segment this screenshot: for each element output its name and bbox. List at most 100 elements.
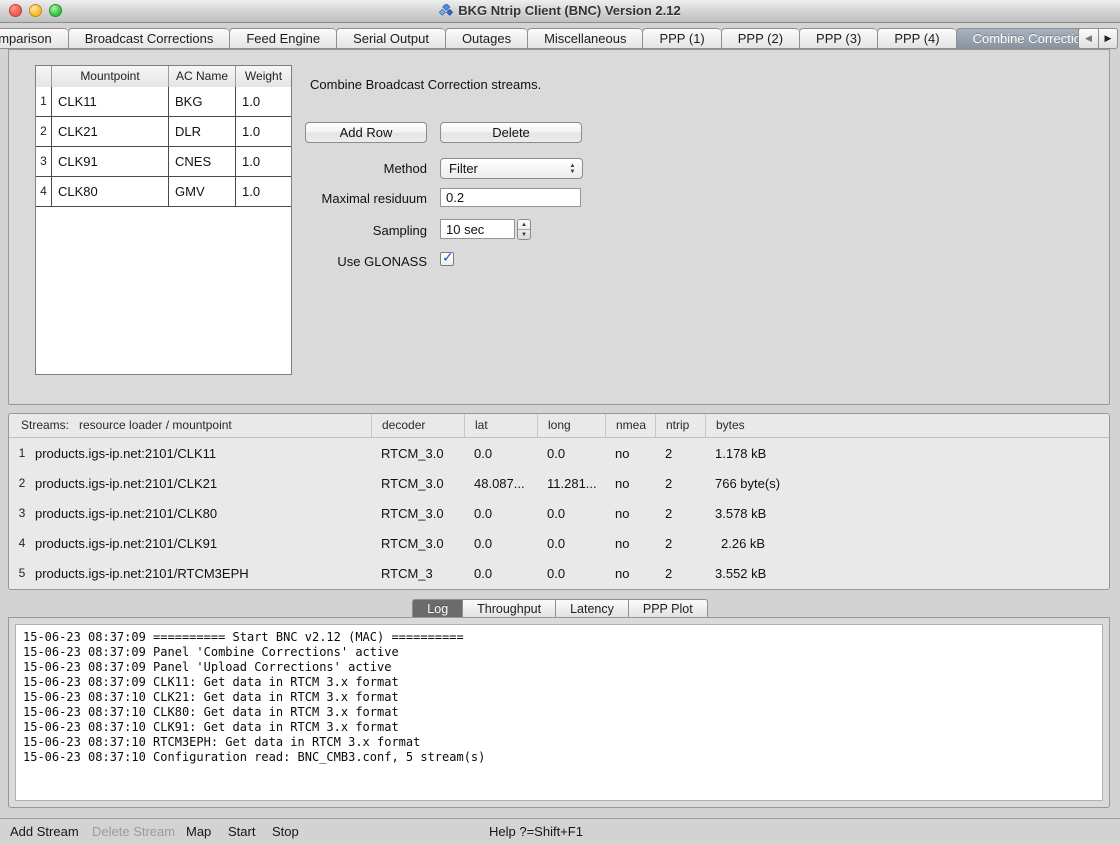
- cell-ac-name[interactable]: CNES: [169, 147, 236, 177]
- stream-nmea: no: [605, 506, 655, 521]
- row-number: 1: [36, 87, 52, 117]
- stream-nmea: no: [605, 536, 655, 551]
- start-button[interactable]: Start: [228, 819, 255, 844]
- sampling-input[interactable]: [440, 219, 515, 239]
- title-bar: BKG Ntrip Client (BNC) Version 2.12: [0, 0, 1120, 23]
- stream-row[interactable]: 1 products.igs-ip.net:2101/CLK11 RTCM_3.…: [9, 438, 1109, 468]
- stream-ntrip: 2: [655, 506, 705, 521]
- cell-mountpoint[interactable]: CLK80: [52, 177, 169, 207]
- tab-serial-output[interactable]: Serial Output: [336, 28, 445, 49]
- streams-table: Streams: resource loader / mountpoint de…: [8, 413, 1110, 590]
- tab-comparison[interactable]: omparison: [0, 28, 68, 49]
- stream-row[interactable]: 5 products.igs-ip.net:2101/RTCM3EPH RTCM…: [9, 558, 1109, 588]
- log-line: 15-06-23 08:37:09 ========== Start BNC v…: [23, 630, 1095, 645]
- checkbox-check-icon: ✓: [442, 249, 454, 266]
- stream-nmea: no: [605, 476, 655, 491]
- tab-throughput[interactable]: Throughput: [462, 599, 555, 618]
- combine-table-row: 2 CLK21 DLR 1.0: [36, 117, 291, 147]
- method-combobox[interactable]: Filter ▲▼: [440, 158, 583, 179]
- tab-broadcast-corrections[interactable]: Broadcast Corrections: [68, 28, 230, 49]
- tab-miscellaneous[interactable]: Miscellaneous: [527, 28, 642, 49]
- log-output[interactable]: 15-06-23 08:37:09 ========== Start BNC v…: [15, 624, 1103, 801]
- stream-bytes: 2.26 kB: [705, 536, 1109, 551]
- stream-bytes: 3.552 kB: [705, 566, 1109, 581]
- cell-weight[interactable]: 1.0: [236, 177, 291, 207]
- app-icon: [439, 2, 453, 24]
- stream-nmea: no: [605, 446, 655, 461]
- help-shortcut-label: Help ?=Shift+F1: [489, 819, 583, 844]
- window-title: BKG Ntrip Client (BNC) Version 2.12: [0, 0, 1120, 22]
- stepper-up-icon[interactable]: ▲: [518, 220, 530, 230]
- cell-weight[interactable]: 1.0: [236, 87, 291, 117]
- delete-button[interactable]: Delete: [440, 122, 582, 143]
- tab-ppp-plot[interactable]: PPP Plot: [628, 599, 708, 618]
- stream-lat: 0.0: [464, 446, 537, 461]
- log-line: 15-06-23 08:37:10 Configuration read: BN…: [23, 750, 1095, 765]
- col-header-ac-name: AC Name: [169, 66, 236, 88]
- map-button[interactable]: Map: [186, 819, 211, 844]
- tab-feed-engine[interactable]: Feed Engine: [229, 28, 336, 49]
- stop-button[interactable]: Stop: [272, 819, 299, 844]
- col-header-mountpoint: Mountpoint: [52, 66, 169, 88]
- sampling-stepper[interactable]: ▲ ▼: [517, 219, 531, 240]
- stepper-down-icon[interactable]: ▼: [518, 230, 530, 239]
- log-line: 15-06-23 08:37:09 Panel 'Upload Correcti…: [23, 660, 1095, 675]
- tab-latency[interactable]: Latency: [555, 599, 628, 618]
- stream-ntrip: 2: [655, 476, 705, 491]
- log-line: 15-06-23 08:37:09 Panel 'Combine Correct…: [23, 645, 1095, 660]
- window-title-text: BKG Ntrip Client (BNC) Version 2.12: [458, 3, 680, 18]
- tab-ppp-4[interactable]: PPP (4): [877, 28, 955, 49]
- cell-weight[interactable]: 1.0: [236, 147, 291, 177]
- cell-weight[interactable]: 1.0: [236, 117, 291, 147]
- col-header-corner: [36, 66, 52, 88]
- tab-scroll-left-button[interactable]: ◀: [1078, 28, 1098, 49]
- stream-long: 0.0: [537, 446, 605, 461]
- main-tab-bar: omparison Broadcast Corrections Feed Eng…: [0, 28, 1112, 49]
- stream-decoder: RTCM_3: [371, 566, 464, 581]
- col-header-lat: lat: [464, 414, 537, 437]
- stream-lat: 0.0: [464, 536, 537, 551]
- col-header-ntrip: ntrip: [655, 414, 705, 437]
- sampling-label: Sampling: [300, 223, 427, 238]
- tab-ppp-1[interactable]: PPP (1): [642, 28, 720, 49]
- stream-bytes: 3.578 kB: [705, 506, 1109, 521]
- cell-mountpoint[interactable]: CLK21: [52, 117, 169, 147]
- stream-row[interactable]: 2 products.igs-ip.net:2101/CLK21 RTCM_3.…: [9, 468, 1109, 498]
- tab-ppp-2[interactable]: PPP (2): [721, 28, 799, 49]
- combine-table-row: 3 CLK91 CNES 1.0: [36, 147, 291, 177]
- use-glonass-checkbox[interactable]: ✓: [440, 252, 454, 266]
- col-header-streams: Streams: resource loader / mountpoint: [9, 414, 371, 437]
- cell-ac-name[interactable]: GMV: [169, 177, 236, 207]
- stream-mountpoint: products.igs-ip.net:2101/RTCM3EPH: [35, 566, 371, 581]
- tab-log[interactable]: Log: [412, 599, 462, 618]
- stream-decoder: RTCM_3.0: [371, 536, 464, 551]
- stream-row[interactable]: 3 products.igs-ip.net:2101/CLK80 RTCM_3.…: [9, 498, 1109, 528]
- tab-ppp-3[interactable]: PPP (3): [799, 28, 877, 49]
- delete-stream-button[interactable]: Delete Stream: [92, 819, 175, 844]
- combine-description: Combine Broadcast Correction streams.: [310, 77, 541, 92]
- stream-long: 0.0: [537, 536, 605, 551]
- cell-mountpoint[interactable]: CLK91: [52, 147, 169, 177]
- log-line: 15-06-23 08:37:10 CLK80: Get data in RTC…: [23, 705, 1095, 720]
- row-number: 5: [9, 566, 35, 580]
- stream-row[interactable]: 4 products.igs-ip.net:2101/CLK91 RTCM_3.…: [9, 528, 1109, 558]
- stream-mountpoint: products.igs-ip.net:2101/CLK80: [35, 506, 371, 521]
- stream-lat: 0.0: [464, 506, 537, 521]
- add-stream-button[interactable]: Add Stream: [10, 819, 79, 844]
- row-number: 3: [36, 147, 52, 177]
- maximal-residuum-input[interactable]: [440, 188, 581, 207]
- add-row-button[interactable]: Add Row: [305, 122, 427, 143]
- row-number: 3: [9, 506, 35, 520]
- cell-mountpoint[interactable]: CLK11: [52, 87, 169, 117]
- tab-outages[interactable]: Outages: [445, 28, 527, 49]
- combine-table-header: Mountpoint AC Name Weight: [36, 66, 291, 87]
- col-header-bytes: bytes: [705, 414, 1109, 437]
- bottom-toolbar: Add Stream Delete Stream Map Start Stop …: [0, 818, 1120, 844]
- cell-ac-name[interactable]: DLR: [169, 117, 236, 147]
- stream-bytes: 766 byte(s): [705, 476, 1109, 491]
- streams-table-header: Streams: resource loader / mountpoint de…: [9, 414, 1109, 438]
- tab-scroll-right-button[interactable]: ▶: [1098, 28, 1118, 49]
- log-line: 15-06-23 08:37:09 CLK11: Get data in RTC…: [23, 675, 1095, 690]
- cell-ac-name[interactable]: BKG: [169, 87, 236, 117]
- stream-lat: 48.087...: [464, 476, 537, 491]
